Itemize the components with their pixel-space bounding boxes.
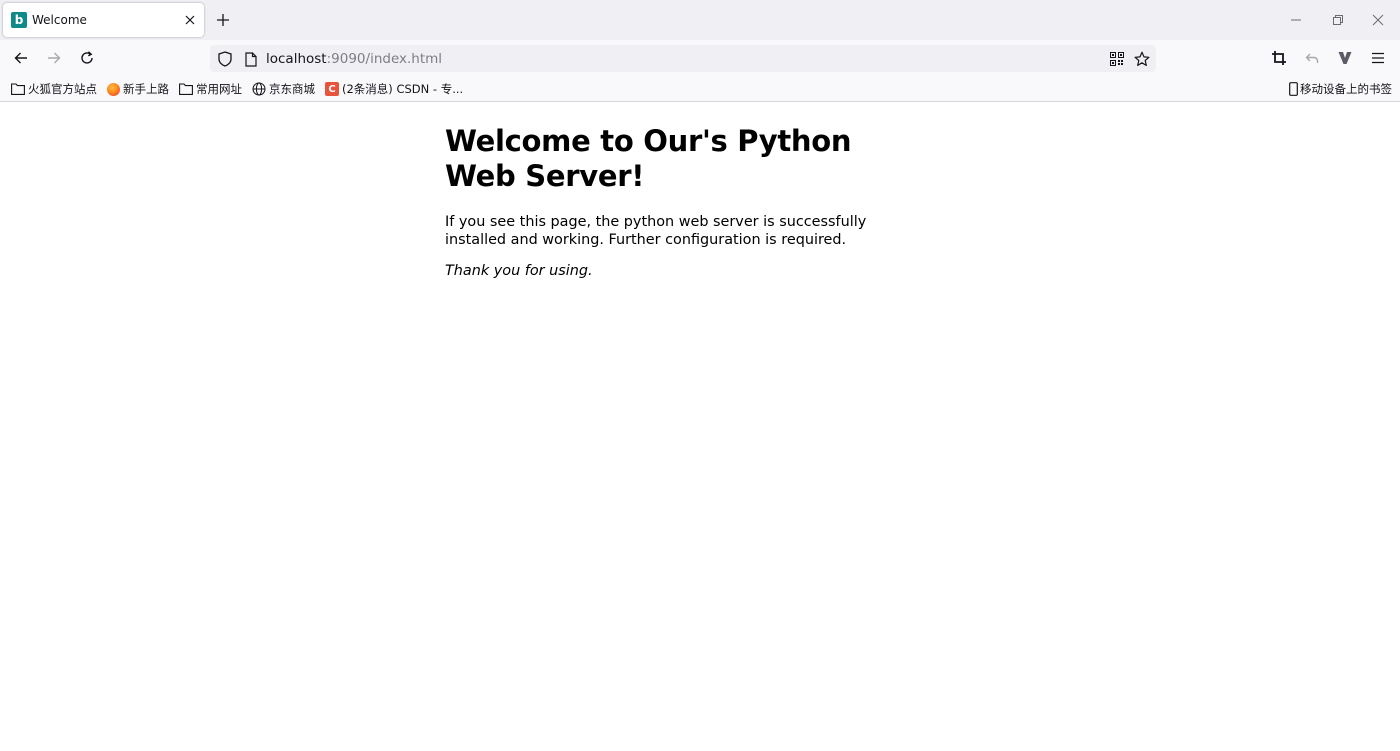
reload-icon[interactable] bbox=[75, 46, 99, 70]
crop-screenshot-icon[interactable] bbox=[1267, 46, 1291, 70]
navigation-toolbar: localhost:9090/index.html bbox=[0, 40, 1400, 76]
bookmarks-toolbar: 火狐官方站点 新手上路 常用网址 京东商城 C (2条消息) CSDN - 专.… bbox=[0, 76, 1400, 102]
url-text[interactable]: localhost:9090/index.html bbox=[266, 50, 442, 68]
qr-code-icon[interactable] bbox=[1108, 50, 1126, 68]
folder-icon bbox=[11, 82, 25, 96]
forward-arrow-icon[interactable] bbox=[42, 46, 66, 70]
mobile-icon bbox=[1288, 82, 1298, 96]
close-window-icon[interactable] bbox=[1366, 8, 1390, 32]
bookmark-label: 常用网址 bbox=[196, 82, 242, 96]
bookmark-label: 京东商城 bbox=[269, 82, 315, 96]
minimize-icon[interactable] bbox=[1284, 8, 1308, 32]
tab-welcome[interactable]: b Welcome bbox=[3, 3, 204, 37]
globe-icon bbox=[252, 82, 266, 96]
page-heading: Welcome to Our's Python Web Server! bbox=[445, 124, 852, 193]
bookmark-jd-mall[interactable]: 京东商城 bbox=[252, 81, 315, 97]
thanks-text: Thank you for using. bbox=[445, 263, 593, 279]
page-info-icon[interactable] bbox=[242, 50, 260, 68]
close-tab-icon[interactable] bbox=[182, 12, 198, 28]
mobile-bookmarks-label: 移动设备上的书签 bbox=[1300, 82, 1392, 96]
folder-icon bbox=[179, 82, 193, 96]
page-paragraph: If you see this page, the python web ser… bbox=[445, 214, 867, 248]
bookmark-label: 火狐官方站点 bbox=[28, 82, 97, 96]
bookmark-csdn[interactable]: C (2条消息) CSDN - 专... bbox=[325, 81, 463, 97]
undo-arrow-icon[interactable] bbox=[1300, 46, 1324, 70]
mobile-bookmarks[interactable]: 移动设备上的书签 bbox=[1288, 81, 1392, 97]
bookmark-getting-started[interactable]: 新手上路 bbox=[106, 81, 169, 97]
bookmark-star-icon[interactable] bbox=[1133, 50, 1151, 68]
url-host: localhost bbox=[266, 51, 327, 67]
bookmark-firefox-official[interactable]: 火狐官方站点 bbox=[11, 81, 97, 97]
extension-v-icon[interactable] bbox=[1333, 46, 1357, 70]
tracking-shield-icon[interactable] bbox=[216, 50, 234, 68]
url-path: :9090/index.html bbox=[326, 51, 443, 67]
bookmark-label: 新手上路 bbox=[123, 82, 169, 96]
bookmark-common-sites[interactable]: 常用网址 bbox=[179, 81, 242, 97]
restore-icon[interactable] bbox=[1326, 8, 1350, 32]
bing-favicon-icon: b bbox=[11, 12, 27, 28]
csdn-icon: C bbox=[325, 82, 339, 96]
firefox-icon bbox=[106, 82, 120, 96]
url-bar[interactable]: localhost:9090/index.html bbox=[210, 45, 1156, 72]
tab-strip: b Welcome bbox=[0, 0, 1400, 40]
back-arrow-icon[interactable] bbox=[9, 46, 33, 70]
page-content: Welcome to Our's Python Web Server! If y… bbox=[445, 124, 915, 281]
tab-title: Welcome bbox=[32, 13, 87, 27]
new-tab-icon[interactable] bbox=[213, 10, 233, 30]
bookmark-label: (2条消息) CSDN - 专... bbox=[342, 82, 464, 96]
hamburger-menu-icon[interactable] bbox=[1366, 46, 1390, 70]
